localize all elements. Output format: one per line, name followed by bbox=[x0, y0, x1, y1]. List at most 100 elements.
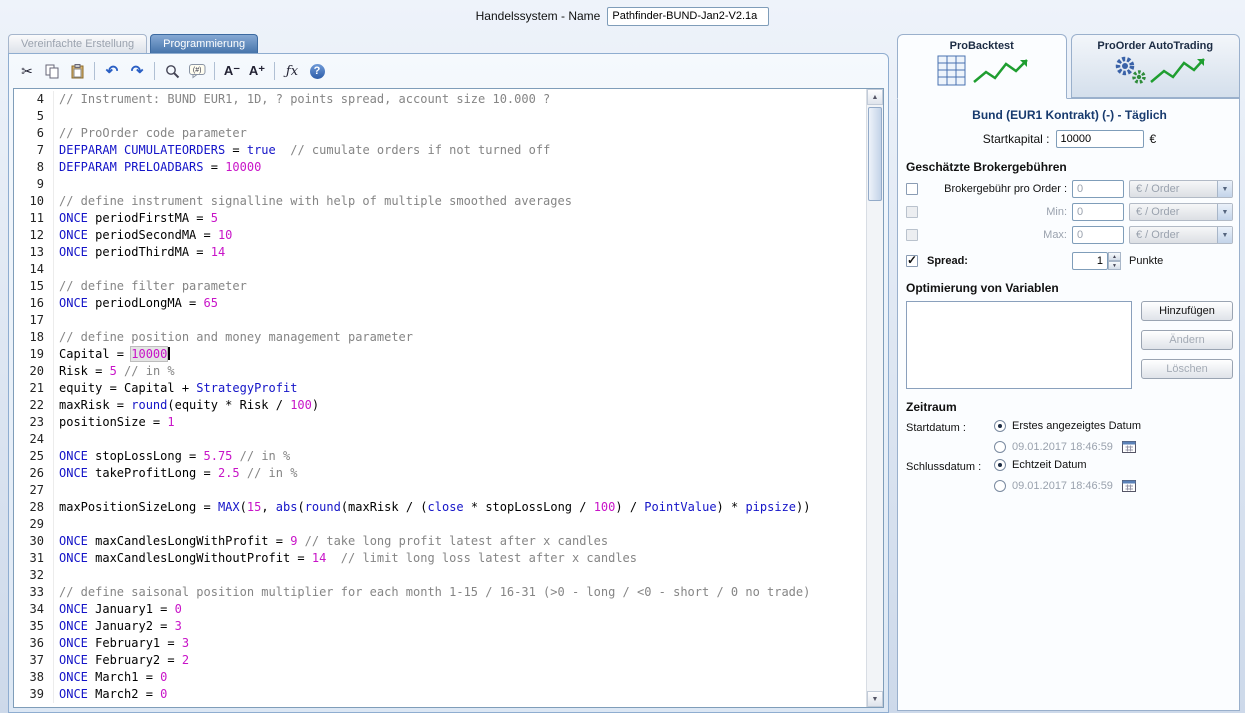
table-chart-icon bbox=[912, 81, 1052, 93]
redo-icon[interactable]: ↷ bbox=[126, 60, 148, 82]
code-line: 7DEFPARAM CUMULATEORDERS = true // cumul… bbox=[14, 142, 866, 159]
code-line: 29 bbox=[14, 516, 866, 533]
code-line: 8 DEFPARAM PRELOADBARS = 10000 bbox=[14, 159, 866, 176]
line-number: 11 bbox=[14, 210, 54, 227]
code-text: // Instrument: BUND EUR1, 1D, ? points s… bbox=[59, 91, 550, 108]
code-text: ONCE takeProfitLong = 2.5 // in % bbox=[59, 465, 297, 482]
undo-icon[interactable]: ↶ bbox=[101, 60, 123, 82]
system-name-input[interactable] bbox=[607, 7, 769, 26]
search-icon[interactable] bbox=[161, 60, 183, 82]
scroll-down-arrow[interactable]: ▼ bbox=[867, 691, 883, 707]
code-area[interactable]: 4 // Instrument: BUND EUR1, 1D, ? points … bbox=[14, 89, 866, 707]
line-number: 19 bbox=[14, 346, 54, 363]
font-decrease-icon[interactable]: A⁻ bbox=[221, 60, 243, 82]
scrollbar-thumb[interactable] bbox=[868, 107, 882, 201]
copy-icon[interactable] bbox=[41, 60, 63, 82]
spread-checkbox[interactable] bbox=[906, 255, 918, 267]
broker-fee-unit-value: € / Order bbox=[1136, 183, 1179, 195]
spread-spinner: ▲ ▼ bbox=[1108, 252, 1121, 270]
enddate-value: 09.01.2017 18:46:59 bbox=[1012, 480, 1113, 492]
fee-max-unit-value: € / Order bbox=[1136, 229, 1179, 241]
fee-max-input[interactable] bbox=[1072, 226, 1124, 244]
enddate-custom-radio[interactable] bbox=[994, 480, 1006, 492]
fee-min-checkbox[interactable] bbox=[906, 206, 918, 218]
code-line: 22maxRisk = round(equity * Risk / 100) bbox=[14, 397, 866, 414]
calendar-icon[interactable] bbox=[1122, 479, 1136, 492]
enddate-realtime-label: Echtzeit Datum bbox=[1012, 459, 1087, 471]
code-line: 10// define instrument signalline with h… bbox=[14, 193, 866, 210]
code-text: positionSize = 1 bbox=[59, 414, 175, 431]
optimization-buttons: Hinzufügen Ändern Löschen bbox=[1141, 301, 1233, 389]
startdate-label: Startdatum : bbox=[906, 420, 994, 453]
line-number: 31 bbox=[14, 550, 54, 567]
line-number: 8 bbox=[14, 159, 54, 176]
fee-min-input[interactable] bbox=[1072, 203, 1124, 221]
fee-min-label: Min: bbox=[927, 206, 1067, 218]
line-number: 4 bbox=[14, 91, 54, 108]
broker-fee-unit-select[interactable]: € / Order ▼ bbox=[1129, 180, 1233, 198]
code-text: ONCE March2 = 0 bbox=[59, 686, 167, 703]
enddate-block: Schlussdatum : Echtzeit Datum 09.01.2017… bbox=[906, 459, 1233, 492]
calendar-icon[interactable] bbox=[1122, 440, 1136, 453]
startdate-first-radio[interactable] bbox=[994, 420, 1006, 432]
code-line: 9 bbox=[14, 176, 866, 193]
line-number: 30 bbox=[14, 533, 54, 550]
code-line: 18// define position and money managemen… bbox=[14, 329, 866, 346]
paste-icon[interactable] bbox=[66, 60, 88, 82]
fee-max-unit-select[interactable]: € / Order ▼ bbox=[1129, 226, 1233, 244]
code-text: ONCE February1 = 3 bbox=[59, 635, 189, 652]
startdate-custom-radio[interactable] bbox=[994, 441, 1006, 453]
delete-variable-button[interactable]: Löschen bbox=[1141, 359, 1233, 379]
code-text: DEFPARAM PRELOADBARS = 10000 bbox=[59, 159, 261, 176]
spinner-down-icon[interactable]: ▼ bbox=[1108, 261, 1121, 270]
svg-text:(#): (#) bbox=[192, 67, 201, 74]
code-line: 5 bbox=[14, 108, 866, 125]
code-text: ONCE March1 = 0 bbox=[59, 669, 167, 686]
chevron-down-icon[interactable]: ▼ bbox=[1217, 227, 1232, 243]
insert-function-icon[interactable]: ƒx bbox=[281, 60, 303, 82]
spinner-up-icon[interactable]: ▲ bbox=[1108, 252, 1121, 261]
line-number: 9 bbox=[14, 176, 54, 193]
tab-probacktest[interactable]: ProBacktest bbox=[897, 34, 1067, 99]
code-line: 38ONCE March1 = 0 bbox=[14, 669, 866, 686]
enddate-realtime-radio[interactable] bbox=[994, 459, 1006, 471]
line-number: 15 bbox=[14, 278, 54, 295]
broker-fee-input[interactable] bbox=[1072, 180, 1124, 198]
chevron-down-icon[interactable]: ▼ bbox=[1217, 204, 1232, 220]
comment-icon[interactable]: (#) bbox=[186, 60, 208, 82]
line-number: 7 bbox=[14, 142, 54, 159]
fee-min-unit-select[interactable]: € / Order ▼ bbox=[1129, 203, 1233, 221]
code-line: 36ONCE February1 = 3 bbox=[14, 635, 866, 652]
tab-programmierung[interactable]: Programmierung bbox=[150, 34, 258, 53]
enddate-label: Schlussdatum : bbox=[906, 459, 994, 492]
cut-icon[interactable]: ✂ bbox=[16, 60, 38, 82]
code-text: ONCE periodSecondMA = 10 bbox=[59, 227, 232, 244]
edit-variable-button[interactable]: Ändern bbox=[1141, 330, 1233, 350]
code-line: 33// define saisonal position multiplier… bbox=[14, 584, 866, 601]
tab-vereinfachte-erstellung[interactable]: Vereinfachte Erstellung bbox=[8, 34, 147, 53]
code-editor[interactable]: 4 // Instrument: BUND EUR1, 1D, ? points … bbox=[13, 88, 884, 708]
fee-max-checkbox[interactable] bbox=[906, 229, 918, 241]
startdate-block: Startdatum : Erstes angezeigtes Datum 09… bbox=[906, 420, 1233, 453]
chevron-down-icon[interactable]: ▼ bbox=[1217, 181, 1232, 197]
system-name-label: Handelssystem - Name bbox=[476, 9, 601, 23]
code-line: 20Risk = 5 // in % bbox=[14, 363, 866, 380]
fee-min-unit-value: € / Order bbox=[1136, 206, 1179, 218]
instrument-title: Bund (EUR1 Kontrakt) (-) - Täglich bbox=[906, 108, 1233, 122]
editor-tabs: Vereinfachte Erstellung Programmierung bbox=[8, 32, 897, 53]
tab-proorder-autotrading[interactable]: ProOrder AutoTrading bbox=[1071, 34, 1241, 98]
code-line: 24 bbox=[14, 431, 866, 448]
variables-listbox[interactable] bbox=[906, 301, 1132, 389]
broker-fee-checkbox[interactable] bbox=[906, 183, 918, 195]
add-variable-button[interactable]: Hinzufügen bbox=[1141, 301, 1233, 321]
code-line: 13ONCE periodThirdMA = 14 bbox=[14, 244, 866, 261]
code-text: Risk = 5 // in % bbox=[59, 363, 175, 380]
line-number: 22 bbox=[14, 397, 54, 414]
startkapital-input[interactable] bbox=[1056, 130, 1144, 148]
font-increase-icon[interactable]: A⁺ bbox=[246, 60, 268, 82]
vertical-scrollbar[interactable]: ▲ ▼ bbox=[866, 89, 883, 707]
help-icon[interactable]: ? bbox=[306, 60, 328, 82]
startdate-first-option: Erstes angezeigtes Datum bbox=[994, 420, 1233, 432]
scroll-up-arrow[interactable]: ▲ bbox=[867, 89, 883, 105]
spread-input[interactable] bbox=[1072, 252, 1108, 270]
